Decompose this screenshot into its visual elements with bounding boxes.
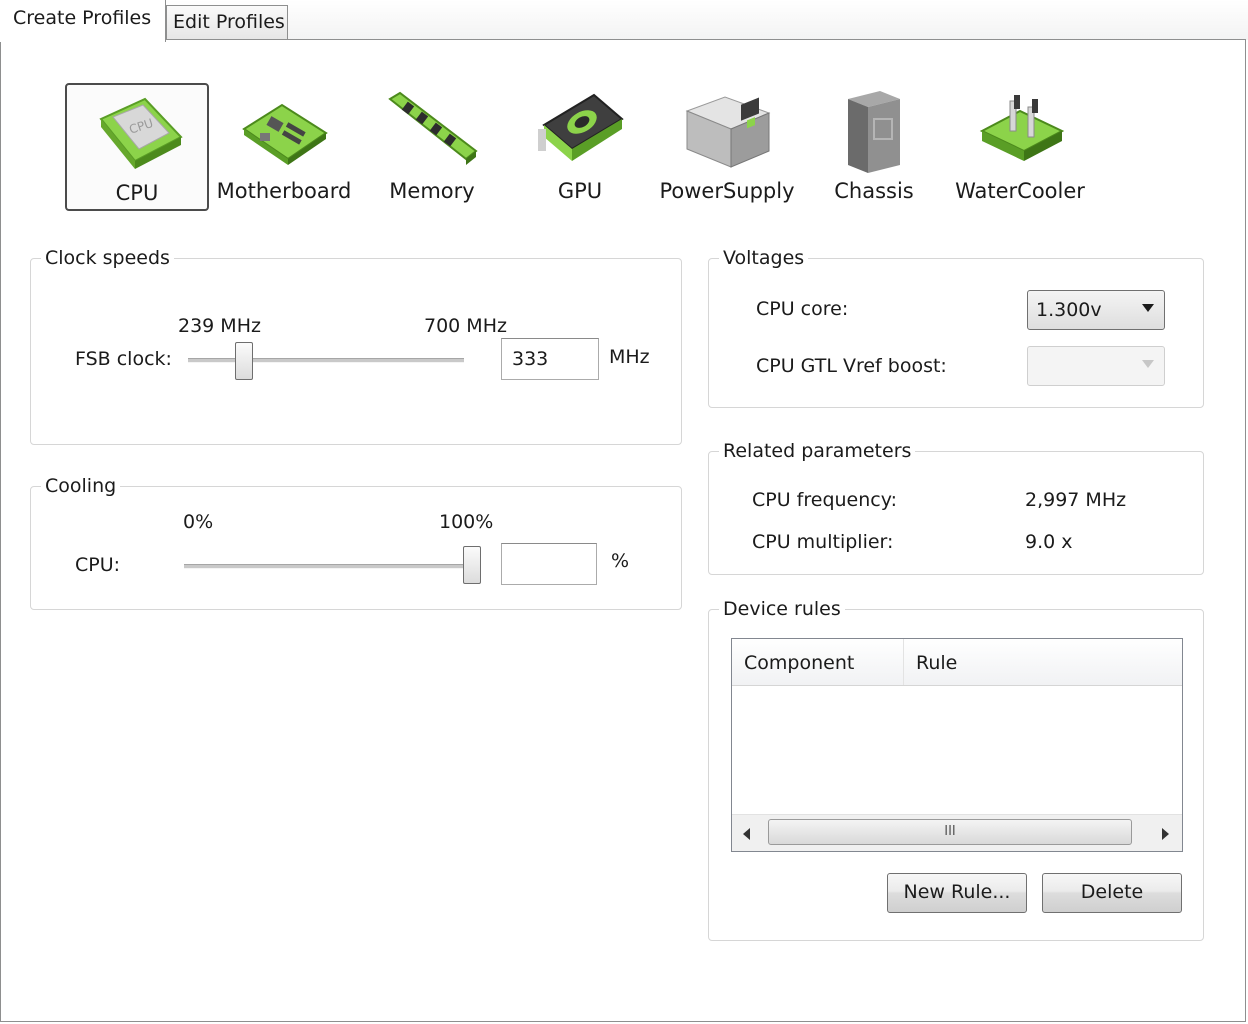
group-title: Clock speeds xyxy=(41,247,174,269)
device-label: PowerSupply xyxy=(659,179,795,203)
device-cpu[interactable]: CPU CPU xyxy=(65,83,209,211)
new-rule-button[interactable]: New Rule... xyxy=(887,873,1027,913)
fsb-max-label: 700 MHz xyxy=(424,315,507,337)
cpu-multiplier-value: 9.0 x xyxy=(1025,531,1073,553)
fsb-clock-input[interactable] xyxy=(501,338,599,380)
cooling-slider-track[interactable] xyxy=(184,564,472,569)
device-label: Memory xyxy=(389,179,475,203)
fsb-slider-thumb[interactable] xyxy=(235,342,254,380)
cpu-core-dropdown[interactable]: 1.300v xyxy=(1027,290,1165,330)
cooling-cpu-label: CPU: xyxy=(75,554,121,576)
group-title: Related parameters xyxy=(719,440,916,462)
scroll-thumb[interactable]: III xyxy=(768,819,1132,845)
power-supply-icon xyxy=(685,96,771,168)
cooling-unit-label: % xyxy=(611,550,630,572)
cpu-chip-icon: CPU xyxy=(99,97,183,169)
scroll-left-icon[interactable] xyxy=(742,828,752,840)
device-watercooler[interactable]: WaterCooler xyxy=(948,83,1092,211)
fsb-unit-label: MHz xyxy=(609,346,650,368)
cpu-frequency-label: CPU frequency: xyxy=(752,489,897,511)
list-header: Component Rule xyxy=(732,639,1182,686)
device-rules-group: Device rules Component Rule III New Rule… xyxy=(708,598,1204,941)
voltages-group: Voltages CPU core: 1.300v CPU GTL Vref b… xyxy=(708,247,1204,408)
fsb-slider-track[interactable] xyxy=(188,358,464,363)
tab-label: Create Profiles xyxy=(13,7,152,29)
water-cooler-icon xyxy=(979,95,1065,161)
group-title: Cooling xyxy=(41,475,121,497)
device-gpu[interactable]: GPU xyxy=(508,83,652,211)
motherboard-icon xyxy=(242,103,328,165)
device-label: WaterCooler xyxy=(955,179,1085,203)
device-label: CPU xyxy=(115,181,159,205)
chevron-down-icon xyxy=(1142,304,1154,312)
tab-edit-profiles[interactable]: Edit Profiles xyxy=(166,5,288,40)
delete-rule-button[interactable]: Delete xyxy=(1042,873,1182,913)
gtl-vref-dropdown[interactable] xyxy=(1027,346,1165,386)
scroll-grip-icon: III xyxy=(944,824,956,839)
cooling-min-label: 0% xyxy=(183,511,214,533)
cpu-core-label: CPU core: xyxy=(756,298,849,320)
cooling-slider-thumb[interactable] xyxy=(463,546,481,584)
scroll-right-icon[interactable] xyxy=(1160,828,1170,840)
device-label: Chassis xyxy=(834,179,914,203)
device-memory[interactable]: Memory xyxy=(360,83,504,211)
cooling-cpu-input[interactable] xyxy=(501,543,597,585)
cpu-frequency-value: 2,997 MHz xyxy=(1025,489,1127,511)
group-title: Device rules xyxy=(719,598,845,620)
fsb-clock-label: FSB clock: xyxy=(75,348,172,370)
group-title: Voltages xyxy=(719,247,809,269)
cpu-multiplier-label: CPU multiplier: xyxy=(752,531,894,553)
graphics-card-icon xyxy=(538,93,624,161)
cpu-core-value: 1.300v xyxy=(1036,299,1102,321)
tab-label: Edit Profiles xyxy=(173,11,285,33)
cooling-group: Cooling 0% 100% CPU: % xyxy=(30,475,682,610)
column-header-rule[interactable]: Rule xyxy=(904,639,1182,685)
horizontal-scrollbar[interactable]: III xyxy=(732,814,1182,851)
clock-speeds-group: Clock speeds 239 MHz 700 MHz FSB clock: … xyxy=(30,247,682,445)
tab-create-profiles[interactable]: Create Profiles xyxy=(0,0,166,42)
gtl-vref-label: CPU GTL Vref boost: xyxy=(756,355,947,377)
device-motherboard[interactable]: Motherboard xyxy=(212,83,356,211)
device-powersupply[interactable]: PowerSupply xyxy=(655,83,799,211)
chevron-down-icon xyxy=(1142,360,1154,368)
device-rules-list[interactable]: Component Rule III xyxy=(731,638,1183,852)
memory-stick-icon xyxy=(388,91,478,165)
related-parameters-group: Related parameters CPU frequency: 2,997 … xyxy=(708,440,1204,575)
cooling-max-label: 100% xyxy=(439,511,494,533)
fsb-min-label: 239 MHz xyxy=(178,315,261,337)
device-label: GPU xyxy=(557,179,603,203)
chassis-icon xyxy=(848,91,900,173)
device-chassis[interactable]: Chassis xyxy=(802,83,946,211)
column-header-component[interactable]: Component xyxy=(732,639,904,685)
device-label: Motherboard xyxy=(216,179,352,203)
